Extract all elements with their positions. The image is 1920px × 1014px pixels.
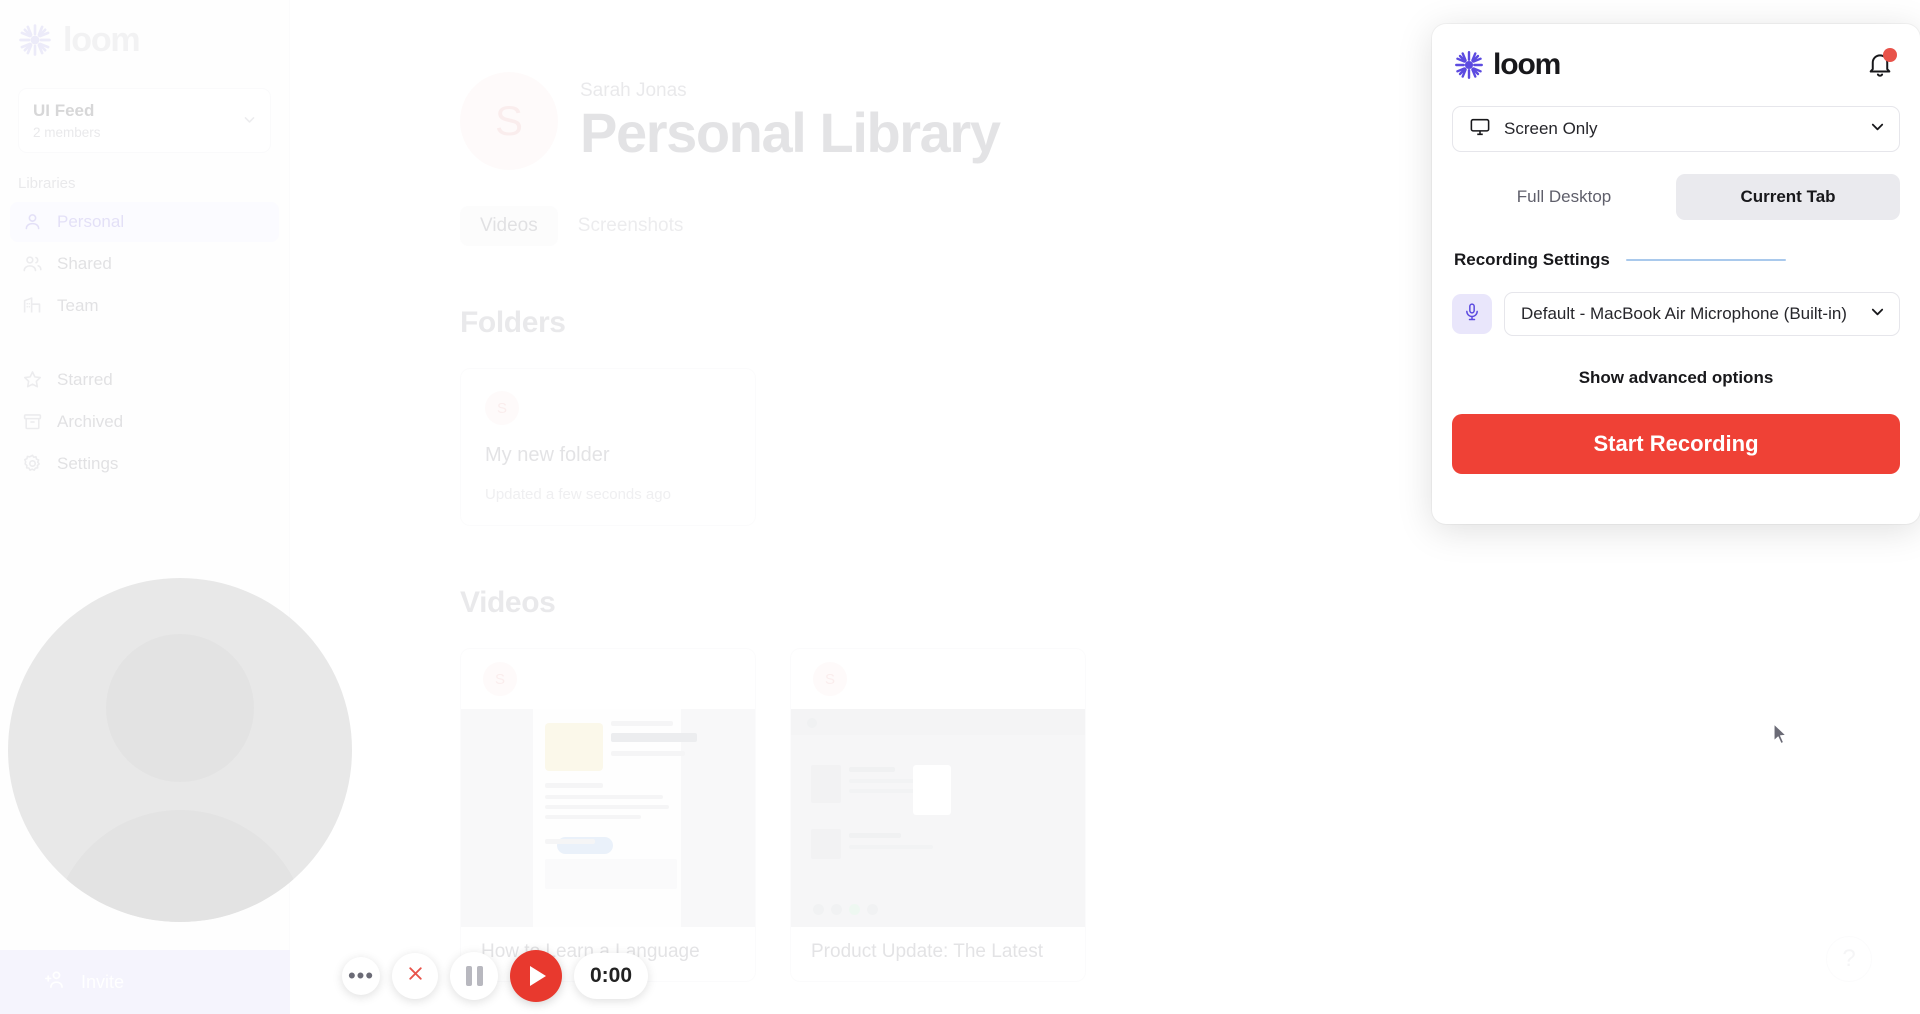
star-icon: [22, 369, 43, 390]
sidebar-item-label: Archived: [57, 411, 124, 431]
chevron-down-icon: [243, 113, 256, 126]
panel-logo: loom: [1454, 48, 1561, 81]
cancel-recording-button[interactable]: [392, 953, 438, 999]
sidebar-item-starred[interactable]: Starred: [10, 360, 279, 400]
loom-logo-icon: [1454, 50, 1484, 80]
ellipsis-icon: •••: [347, 962, 375, 988]
start-recording-button[interactable]: Start Recording: [1452, 414, 1900, 474]
show-advanced-options-link[interactable]: Show advanced options: [1452, 368, 1900, 388]
start-recording-round-button[interactable]: [510, 950, 562, 1002]
sidebar-item-label: Team: [57, 295, 99, 315]
video-thumbnail: [791, 709, 1085, 927]
tab-current-tab[interactable]: Current Tab: [1676, 174, 1900, 220]
workspace-name: UI Feed: [33, 101, 95, 120]
gear-icon: [22, 453, 43, 474]
microphone-toggle-button[interactable]: [1452, 294, 1492, 334]
mouse-cursor: [1773, 723, 1789, 747]
recording-control-bar: ••• 0:00: [342, 950, 649, 1002]
scope-toggle-group: Full Desktop Current Tab: [1452, 174, 1900, 220]
video-thumbnail: [461, 709, 755, 927]
recording-settings-title: Recording Settings: [1454, 250, 1610, 269]
recording-source-value: Screen Only: [1504, 119, 1598, 138]
loom-logo-icon: [18, 23, 52, 57]
folder-name: My new folder: [485, 444, 610, 466]
tab-videos[interactable]: Videos: [460, 206, 558, 246]
notifications-button[interactable]: [1866, 48, 1897, 82]
sidebar-item-label: Shared: [57, 253, 112, 273]
owner-name: Sarah Jonas: [580, 79, 687, 101]
sidebar-logo[interactable]: loom: [0, 0, 289, 60]
sidebar-item-shared[interactable]: Shared: [10, 244, 279, 284]
videos-row: S How to Learn a Language S Product Upda…: [290, 620, 1920, 982]
sidebar-divider-gap: [0, 328, 289, 358]
workspace-switcher[interactable]: UI Feed 2 members: [18, 88, 271, 153]
sidebar-item-label: Personal: [57, 211, 125, 231]
webcam-bubble[interactable]: [8, 578, 352, 922]
sidebar-item-team[interactable]: Team: [10, 286, 279, 326]
recording-settings-header: Recording Settings: [1452, 250, 1900, 270]
video-owner-avatar: S: [483, 662, 517, 696]
settings-divider: [1625, 259, 1786, 261]
sidebar-item-personal[interactable]: Personal: [10, 201, 279, 242]
video-owner-avatar: S: [813, 662, 847, 696]
chevron-down-icon: [1870, 304, 1885, 324]
user-icon: [22, 211, 43, 232]
video-card-header: S: [791, 649, 1085, 709]
close-icon: [405, 963, 426, 989]
webcam-placeholder-head: [106, 634, 254, 782]
bell-icon: [1866, 54, 1894, 82]
microphone-value: Default - MacBook Air Microphone (Built-…: [1521, 304, 1847, 323]
sidebar-item-settings[interactable]: Settings: [10, 444, 279, 484]
notification-badge: [1883, 48, 1897, 62]
video-card[interactable]: S: [790, 648, 1086, 982]
microphone-select[interactable]: Default - MacBook Air Microphone (Built-…: [1504, 292, 1900, 336]
play-icon: [530, 966, 546, 986]
invite-button[interactable]: Invite: [0, 950, 290, 1014]
sidebar-section-label: Libraries: [18, 174, 76, 192]
pause-icon: [465, 966, 483, 986]
folder-owner-avatar: S: [485, 391, 519, 425]
video-card[interactable]: S: [460, 648, 756, 982]
video-card-header: S: [461, 649, 755, 709]
tab-full-desktop[interactable]: Full Desktop: [1452, 174, 1676, 220]
page-title: Personal Library: [580, 100, 1001, 164]
sidebar-item-label: Starred: [57, 369, 113, 389]
webcam-placeholder-body: [52, 810, 308, 922]
microphone-icon: [1462, 302, 1482, 327]
workspace-members: 2 members: [33, 124, 101, 140]
help-button[interactable]: ?: [1826, 936, 1872, 982]
sidebar-item-archived[interactable]: Archived: [10, 402, 279, 442]
panel-header: loom: [1452, 48, 1900, 82]
recording-timer: 0:00: [574, 953, 649, 999]
add-people-icon: [44, 968, 67, 996]
folder-card[interactable]: S My new folder Updated a few seconds ag…: [460, 368, 756, 526]
monitor-icon: [1469, 116, 1491, 143]
invite-label: Invite: [81, 971, 125, 992]
panel-logo-text: loom: [1493, 48, 1561, 81]
chevron-down-icon: [1870, 119, 1885, 139]
sidebar-logo-text: loom: [63, 21, 141, 59]
archive-icon: [22, 411, 43, 432]
building-icon: [22, 295, 43, 316]
video-title: Product Update: The Latest: [811, 941, 1044, 962]
tab-screenshots[interactable]: Screenshots: [558, 206, 704, 246]
videos-heading: Videos: [460, 586, 556, 619]
screen-root: loom UI Feed 2 members Libraries Persona…: [0, 0, 1920, 1014]
pause-recording-button[interactable]: [450, 952, 498, 1000]
more-options-button[interactable]: •••: [342, 957, 380, 995]
microphone-row: Default - MacBook Air Microphone (Built-…: [1452, 292, 1900, 336]
folder-updated-at: Updated a few seconds ago: [485, 486, 671, 503]
recording-source-select[interactable]: Screen Only: [1452, 106, 1900, 152]
avatar: S: [460, 72, 558, 170]
users-icon: [22, 253, 43, 274]
sidebar-item-label: Settings: [57, 453, 119, 473]
loom-recorder-panel: loom Screen Only Full Desktop Current Ta…: [1432, 24, 1920, 524]
